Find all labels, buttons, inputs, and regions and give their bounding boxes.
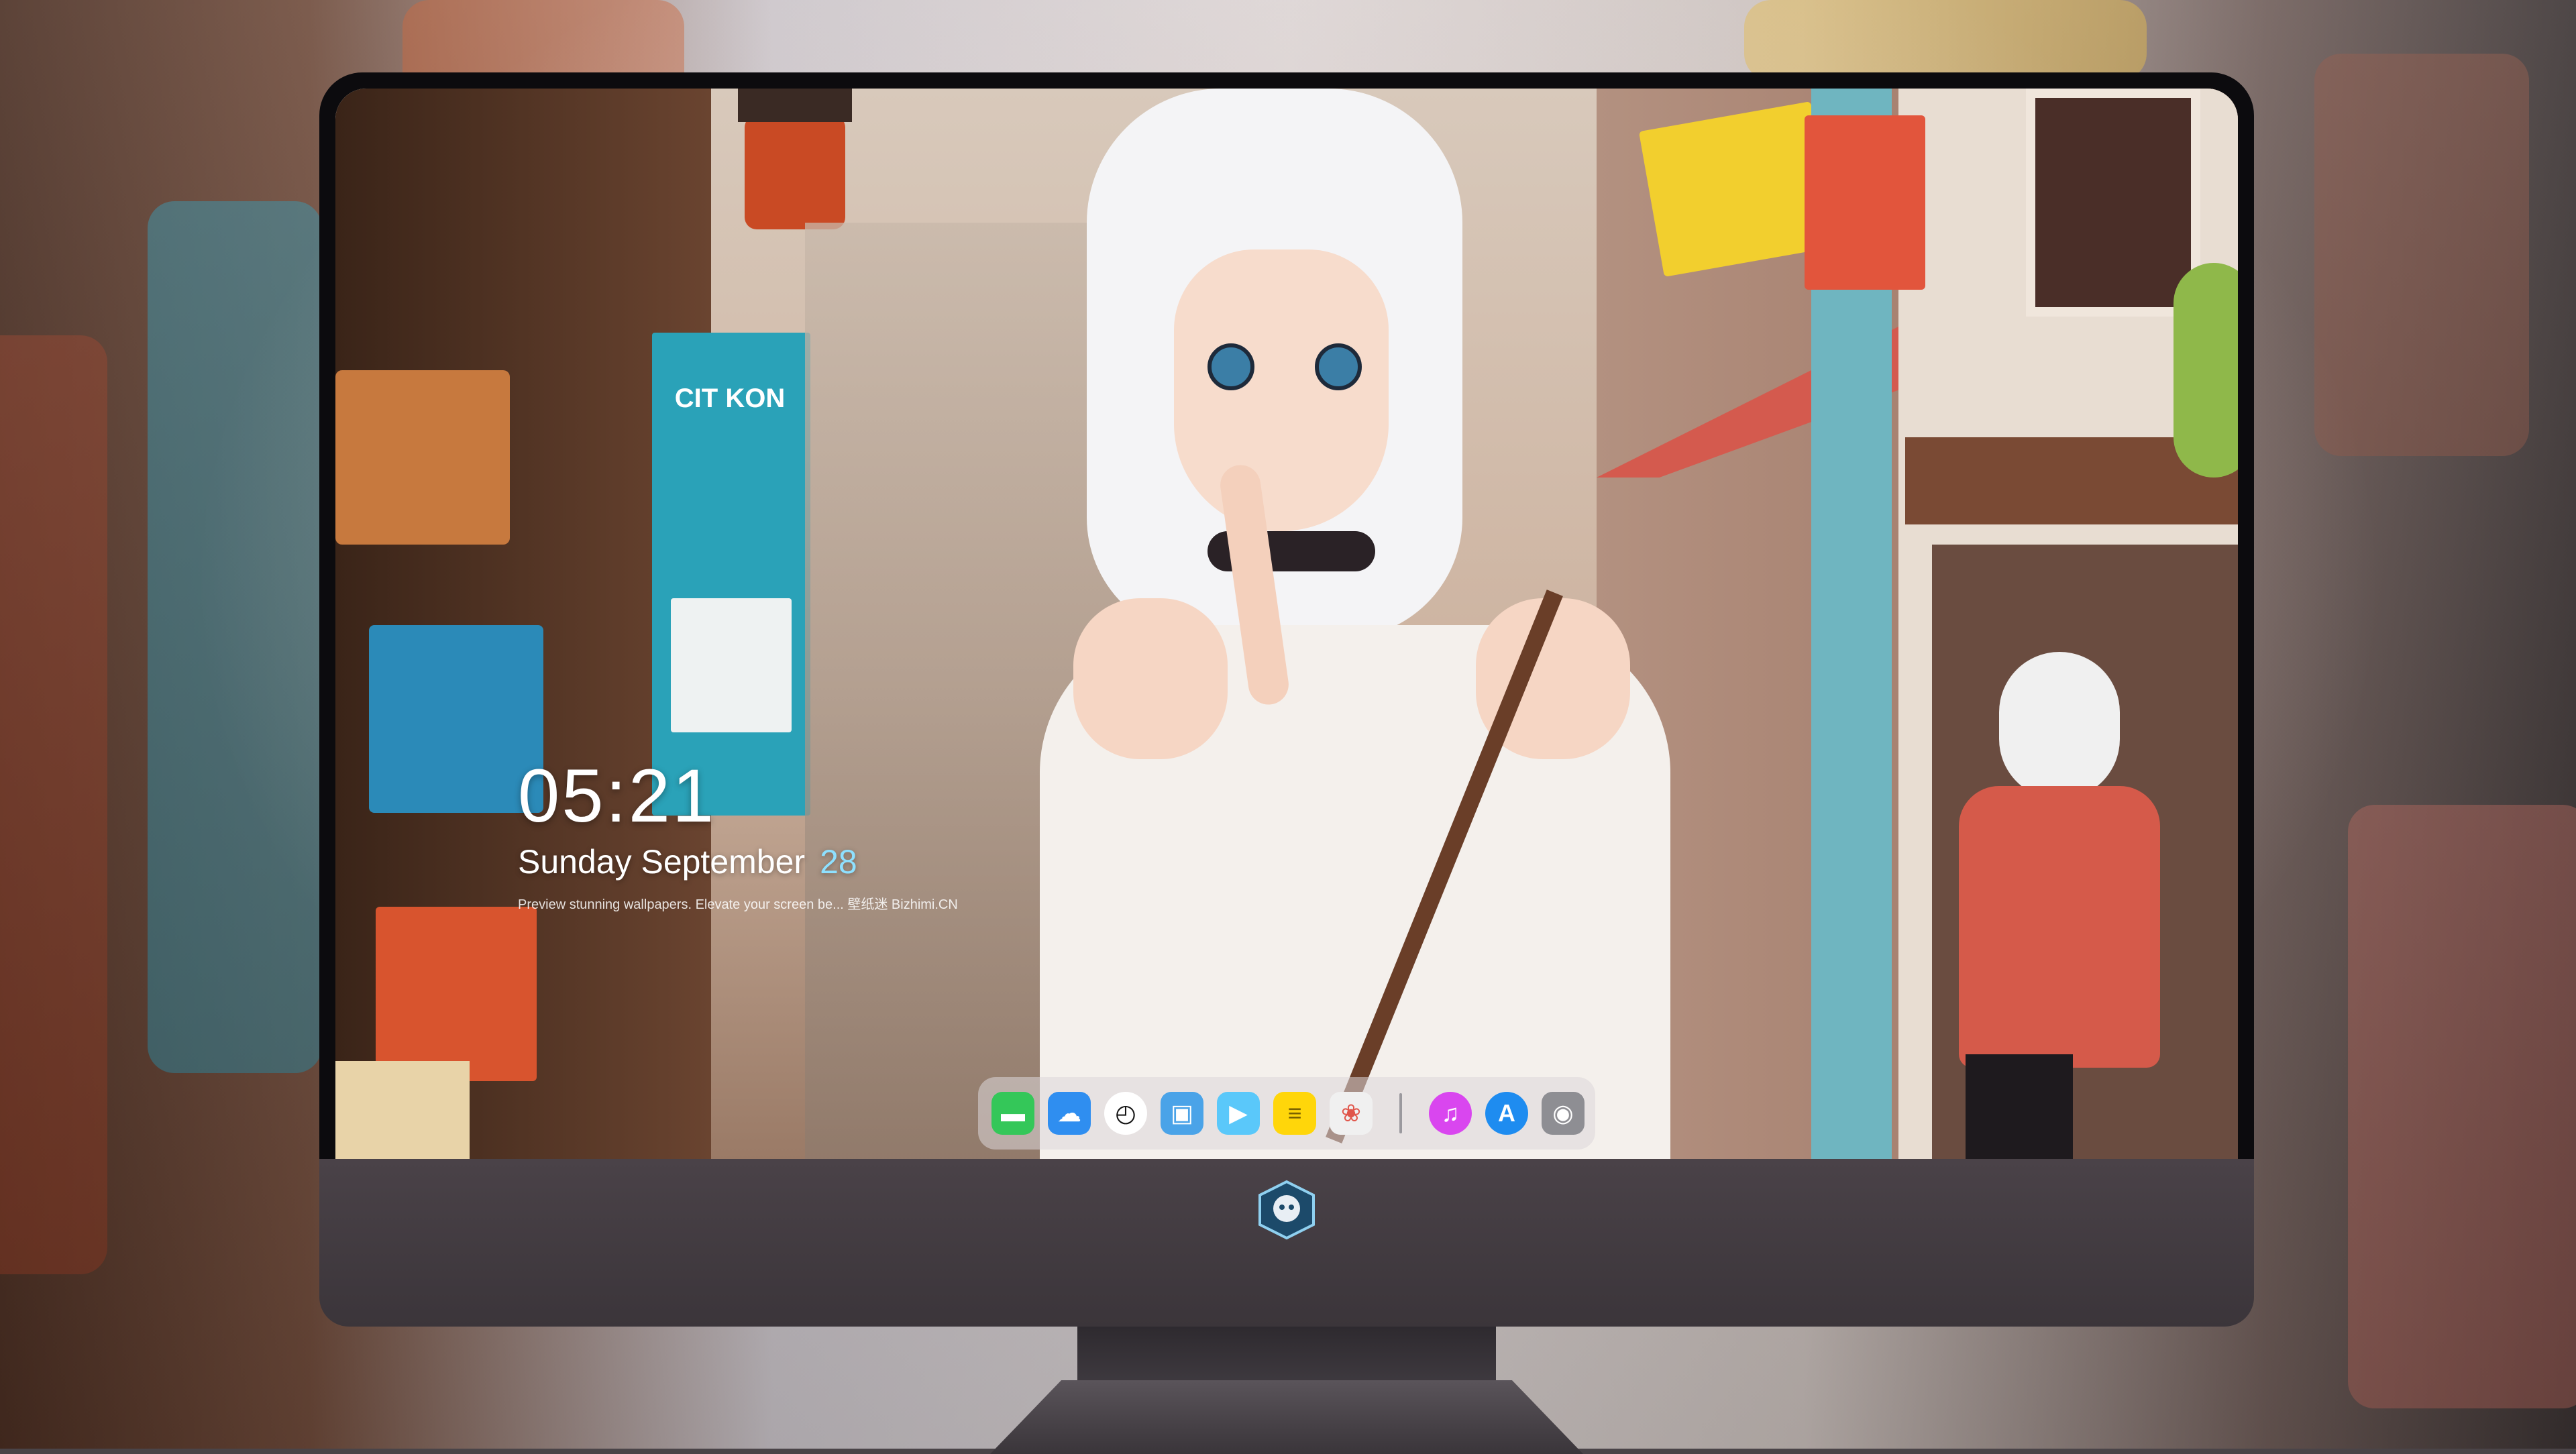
messages-icon[interactable]: ▬	[991, 1092, 1034, 1135]
notes-icon[interactable]: ≡	[1273, 1092, 1316, 1135]
camera-icon[interactable]: ◉	[1542, 1092, 1585, 1135]
monitor-stand-base	[990, 1380, 1583, 1454]
dock-separator	[1399, 1093, 1402, 1133]
lock-screen-date: Sunday September 28	[518, 842, 857, 881]
desktop-screen: CIT KON 05:21 Sunday September 28 Previe…	[335, 89, 2238, 1162]
wallpaper-caption: Preview stunning wallpapers. Elevate you…	[518, 897, 958, 912]
monitor-chin	[319, 1159, 2254, 1327]
date-weekday-month: Sunday September	[518, 843, 806, 881]
clock-icon[interactable]: ◴	[1104, 1092, 1147, 1135]
music-icon[interactable]: ♫	[1429, 1092, 1472, 1135]
brand-logo-icon	[1258, 1180, 1315, 1240]
app-store-icon[interactable]: A	[1485, 1092, 1528, 1135]
lock-screen-clock: 05:21	[518, 754, 716, 838]
clips-icon[interactable]: ▶	[1217, 1092, 1260, 1135]
date-day-number: 28	[820, 843, 857, 881]
photos-icon[interactable]: ❀	[1330, 1092, 1373, 1135]
preview-icon[interactable]: ▣	[1161, 1092, 1203, 1135]
weather-icon[interactable]: ☁	[1048, 1092, 1091, 1135]
monitor-mockup: CIT KON 05:21 Sunday September 28 Previe…	[319, 72, 2254, 1454]
sign-text: CIT KON	[674, 384, 786, 413]
dock: ▬ ☁ ◴ ▣ ▶ ≡ ❀ ♫ A ◉	[978, 1077, 1595, 1150]
